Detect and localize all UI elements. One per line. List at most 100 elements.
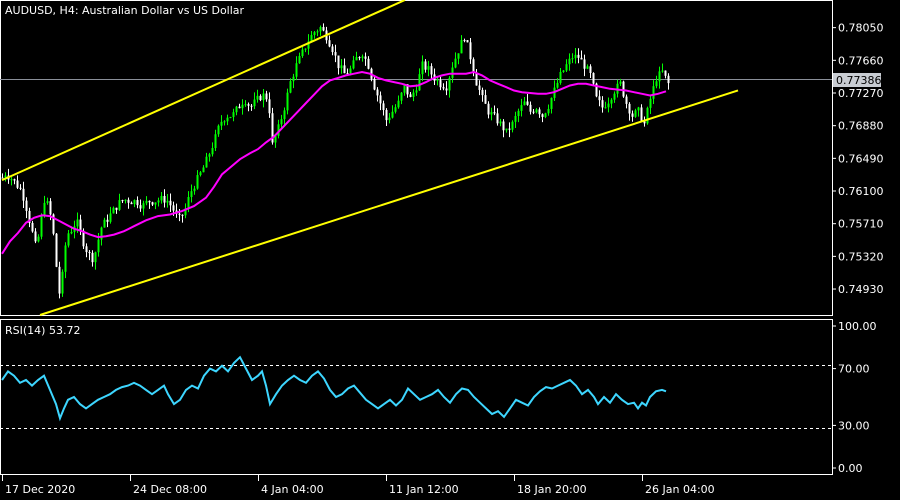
candle-body xyxy=(421,61,424,75)
candle-body xyxy=(319,27,322,32)
candle-body xyxy=(166,200,169,203)
candle-body xyxy=(199,172,202,176)
candle-body xyxy=(292,76,295,82)
price-tick-label: 0.75710 xyxy=(838,218,884,231)
candle-body xyxy=(295,63,298,77)
candle-body xyxy=(79,219,82,231)
candle-body xyxy=(436,80,439,82)
time-tick-label: 24 Dec 08:00 xyxy=(133,483,207,496)
candle-body xyxy=(109,213,112,222)
candle-body xyxy=(592,73,595,84)
candle-body xyxy=(298,56,301,64)
candle-body xyxy=(58,266,61,294)
candle-body xyxy=(394,107,397,112)
candle-body xyxy=(244,104,247,106)
candle-body xyxy=(349,68,352,74)
candle-body xyxy=(163,195,166,203)
trading-chart[interactable]: 0.78050 0.77660 0.77270 0.76880 0.76490 0.761… xyxy=(0,0,900,500)
price-tick-label: 0.77660 xyxy=(838,54,884,67)
candle-body xyxy=(598,96,601,101)
candle-body xyxy=(178,213,181,215)
candle-body xyxy=(40,215,43,237)
price-pane-frame xyxy=(0,0,833,316)
channel-lower-line xyxy=(39,89,739,316)
candle-body xyxy=(628,103,631,114)
candle-body xyxy=(121,200,124,202)
candle-body xyxy=(397,100,400,108)
candle-body xyxy=(376,89,379,96)
candle-body xyxy=(49,201,52,215)
candle-body xyxy=(55,233,58,267)
price-tick-label: 0.76880 xyxy=(838,120,884,133)
candle-body xyxy=(229,117,232,119)
candle-body xyxy=(19,187,22,189)
candle-body xyxy=(46,201,49,203)
candle-body xyxy=(67,233,70,246)
candle-body xyxy=(286,92,289,111)
candle-body xyxy=(652,86,655,99)
candle-body xyxy=(205,156,208,168)
candle-body xyxy=(34,231,37,242)
candle-body xyxy=(526,101,529,105)
candle-body xyxy=(529,104,532,112)
price-tick-label: 0.75320 xyxy=(838,250,884,263)
candle-body xyxy=(88,252,91,254)
candle-body xyxy=(97,239,100,253)
candle-body xyxy=(379,95,382,104)
candle-body xyxy=(508,128,511,130)
candle-body xyxy=(322,27,325,31)
candle-body xyxy=(466,40,469,43)
price-plot xyxy=(1,23,670,299)
candle-body xyxy=(250,105,253,107)
candle-body xyxy=(544,113,547,117)
candle-body xyxy=(355,57,358,61)
candle-body xyxy=(505,128,508,131)
candle-body xyxy=(577,54,580,58)
candle-body xyxy=(418,74,421,91)
candle-body xyxy=(25,200,28,211)
price-tick-label: 0.78050 xyxy=(838,22,884,35)
candle-body xyxy=(151,202,154,205)
candle-body xyxy=(391,111,394,118)
candle-body xyxy=(154,202,157,205)
candle-body xyxy=(430,66,433,75)
rsi-tick-label: 70.00 xyxy=(838,363,870,376)
moving-average-plot xyxy=(1,70,667,255)
candle-body xyxy=(13,179,16,181)
candle-body xyxy=(343,65,346,74)
candle-body xyxy=(664,70,667,76)
candle-body xyxy=(280,119,283,125)
rsi-tick-label: 0.00 xyxy=(838,462,863,475)
time-tick-label: 17 Dec 2020 xyxy=(5,483,75,496)
candle-body xyxy=(115,207,118,210)
candle-body xyxy=(157,200,160,203)
candle-body xyxy=(256,95,259,100)
candle-body xyxy=(352,60,355,69)
candle-body xyxy=(667,75,670,84)
candle-body xyxy=(532,111,535,113)
candle-body xyxy=(415,90,418,93)
candle-body xyxy=(190,191,193,198)
candle-body xyxy=(649,98,652,108)
candle-body xyxy=(475,72,478,86)
candle-body xyxy=(265,93,268,100)
candle-body xyxy=(580,57,583,60)
candle-body xyxy=(94,252,97,263)
candle-body xyxy=(328,40,331,47)
candle-body xyxy=(445,88,448,91)
time-tick-label: 11 Jan 12:00 xyxy=(389,483,459,496)
candle-body xyxy=(91,252,94,263)
candle-body xyxy=(172,205,175,211)
candle-body xyxy=(658,71,661,82)
candle-body xyxy=(31,222,34,232)
candle-body xyxy=(502,121,505,131)
candle-body xyxy=(637,107,640,111)
candle-body xyxy=(220,121,223,126)
candle-body xyxy=(589,66,592,74)
candle-body xyxy=(106,219,109,222)
candle-body xyxy=(202,167,205,173)
candle-body xyxy=(217,125,220,135)
candle-body xyxy=(289,81,292,93)
candle-body xyxy=(337,55,340,69)
candle-body xyxy=(511,121,514,130)
